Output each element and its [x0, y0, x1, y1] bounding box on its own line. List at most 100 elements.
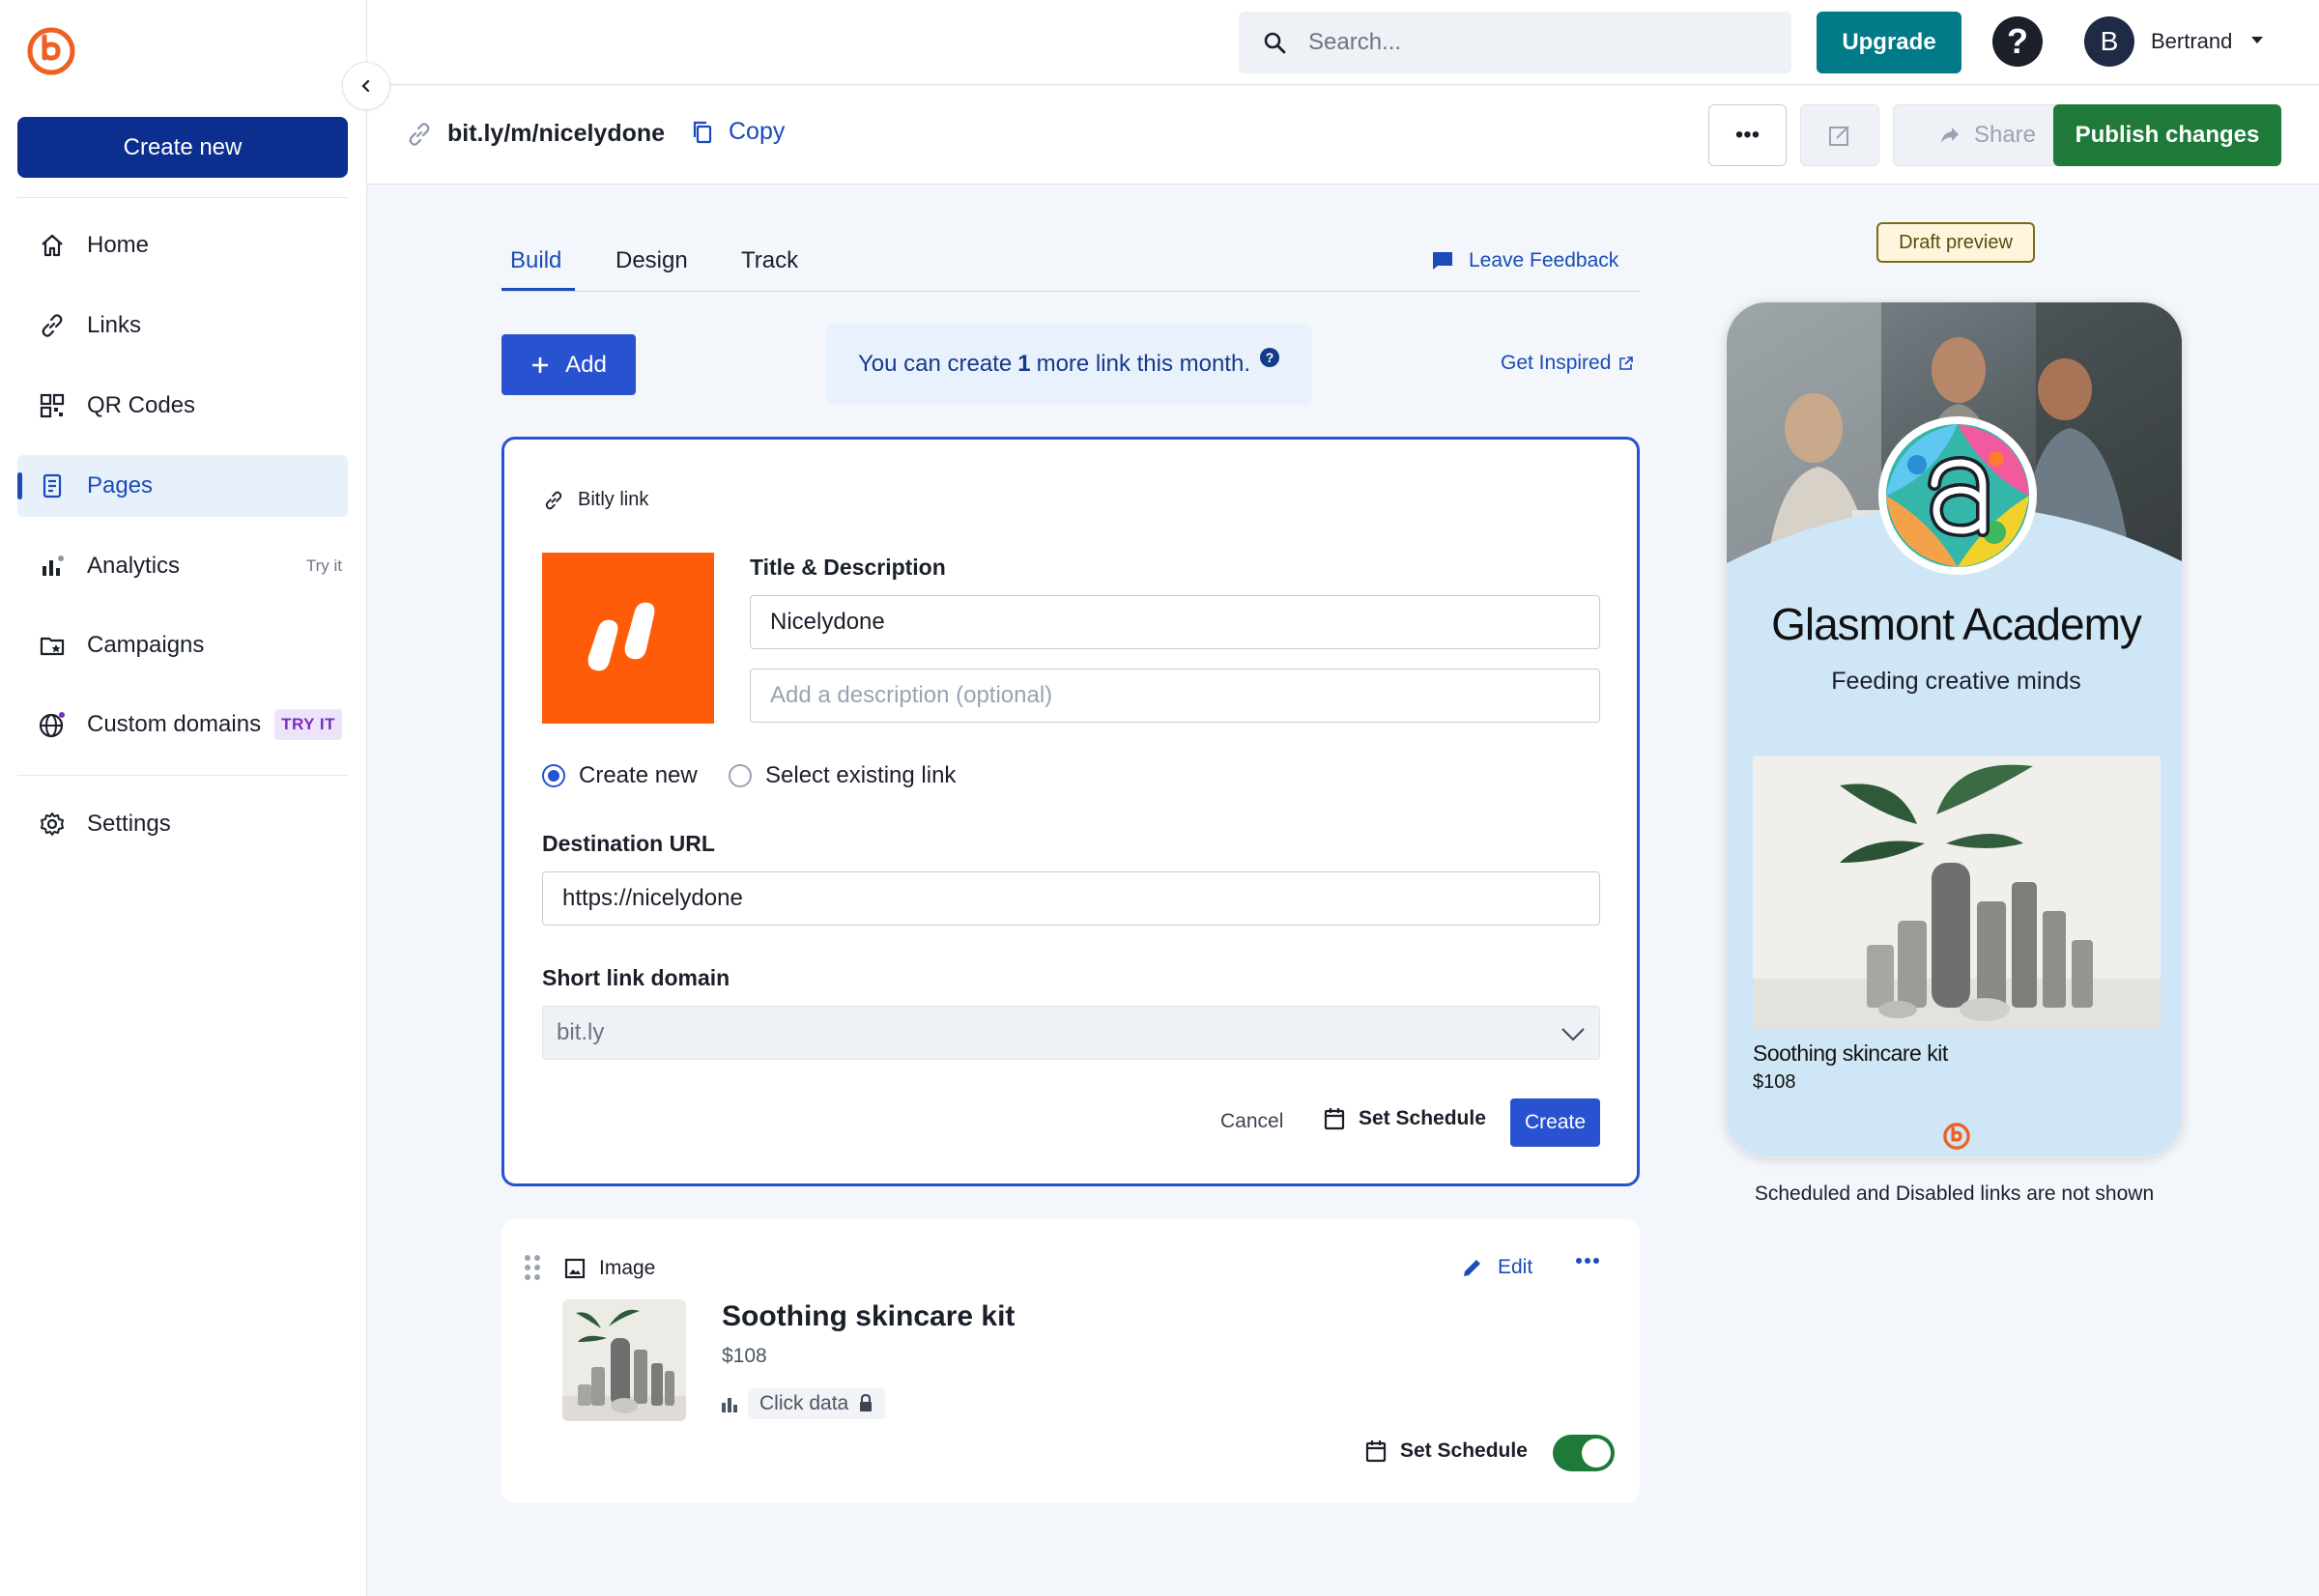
pencil-icon — [1464, 1260, 1480, 1276]
edit-button[interactable]: Edit — [1461, 1256, 1532, 1279]
open-page-button[interactable] — [1800, 104, 1879, 166]
tab-track[interactable]: Track — [741, 247, 798, 274]
copy-button[interactable]: Copy — [692, 118, 785, 146]
short-link-domain-label: Short link domain — [542, 965, 730, 990]
tabs-divider — [501, 291, 1640, 292]
description-input[interactable] — [750, 669, 1600, 723]
sidebar-item-label: Home — [87, 232, 150, 258]
radio-button-selected[interactable] — [542, 764, 565, 787]
try-it-label: Try it — [305, 556, 342, 575]
radio-button[interactable] — [729, 764, 752, 787]
preview-note: Scheduled and Disabled links are not sho… — [1754, 1183, 2155, 1205]
add-button[interactable]: Add — [501, 334, 636, 395]
qr-code-icon — [37, 390, 68, 421]
lock-icon — [860, 1394, 873, 1411]
active-tab-indicator — [501, 288, 575, 291]
get-inspired-link[interactable]: Get Inspired — [1501, 352, 1634, 375]
copy-label: Copy — [729, 118, 786, 145]
block-type-header: Image — [564, 1257, 655, 1280]
domain-select[interactable]: bit.ly — [542, 1006, 1600, 1060]
visibility-toggle[interactable] — [1553, 1435, 1615, 1471]
nicelydone-logo-icon — [587, 602, 655, 670]
user-name[interactable]: Bertrand — [2151, 29, 2232, 54]
calendar-icon — [1365, 1440, 1387, 1463]
edit-label: Edit — [1498, 1256, 1533, 1278]
publish-changes-button[interactable]: Publish changes — [2053, 104, 2281, 166]
destination-url-input[interactable] — [542, 871, 1600, 926]
search-icon — [1264, 32, 1286, 54]
mobile-preview: Glasmont Academy Feeding creative minds … — [1725, 300, 2184, 1158]
more-options-button[interactable] — [1575, 1256, 1600, 1266]
sidebar-item-qr-codes[interactable]: QR Codes — [17, 375, 348, 437]
org-name: Glasmont Academy — [1771, 599, 2142, 649]
help-icon[interactable]: ? — [1992, 16, 2043, 67]
domain-value: bit.ly — [557, 1019, 605, 1045]
analytics-icon — [37, 551, 68, 582]
external-link-icon — [1619, 356, 1634, 370]
destination-url-label: Destination URL — [542, 831, 715, 856]
title-input[interactable] — [750, 595, 1600, 649]
create-button[interactable]: Create — [1510, 1098, 1600, 1147]
block-price: $108 — [722, 1345, 767, 1367]
bitly-logo[interactable] — [23, 21, 79, 77]
pages-icon — [37, 470, 68, 501]
upgrade-button[interactable]: Upgrade — [1817, 12, 1961, 73]
sidebar-item-links[interactable]: Links — [17, 295, 348, 356]
sidebar-item-campaigns[interactable]: Campaigns — [17, 614, 348, 676]
set-schedule-button[interactable]: Set Schedule — [1365, 1439, 1528, 1463]
sidebar-item-home[interactable]: Home — [17, 214, 348, 276]
sidebar-item-pages[interactable]: Pages — [17, 455, 348, 517]
create-new-button[interactable]: Create new — [17, 117, 348, 178]
link-thumbnail[interactable] — [542, 553, 714, 724]
help-icon[interactable]: ? — [1260, 348, 1279, 367]
bar-chart-icon — [722, 1398, 737, 1412]
globe-icon — [37, 709, 68, 740]
sidebar-item-analytics[interactable]: Analytics Try it — [17, 535, 348, 597]
set-schedule-label: Set Schedule — [1400, 1439, 1528, 1462]
image-icon — [564, 1258, 586, 1279]
product-name: Soothing skincare kit — [1753, 1040, 1948, 1066]
leave-feedback-link[interactable]: Leave Feedback — [1432, 249, 1618, 272]
plus-icon — [532, 356, 549, 373]
external-edit-icon — [1829, 126, 1849, 146]
search-bar[interactable] — [1239, 12, 1791, 73]
try-it-badge: TRY IT — [274, 709, 342, 740]
page-url: bit.ly/m/nicelydone — [447, 120, 666, 147]
collapse-sidebar-button[interactable] — [342, 62, 390, 110]
sidebar-item-settings[interactable]: Settings — [17, 793, 348, 855]
set-schedule-button[interactable]: Set Schedule — [1324, 1107, 1486, 1130]
radio-label: Create new — [579, 762, 698, 788]
ellipsis-icon — [1576, 1258, 1599, 1264]
sidebar-item-label: Custom domains — [87, 711, 262, 737]
calendar-icon — [1324, 1108, 1345, 1130]
sidebar-item-label: Analytics — [87, 553, 181, 579]
link-icon — [406, 121, 433, 148]
radio-label: Select existing link — [765, 762, 957, 788]
block-title: Soothing skincare kit — [722, 1300, 1016, 1332]
click-data-pill[interactable]: Click data — [748, 1388, 886, 1419]
more-options-button[interactable]: ••• — [1708, 104, 1787, 166]
tab-design[interactable]: Design — [616, 247, 688, 274]
chevron-down-icon — [1561, 1028, 1585, 1041]
caret-down-icon[interactable] — [2251, 37, 2263, 43]
set-schedule-label: Set Schedule — [1359, 1107, 1486, 1129]
radio-select-existing[interactable]: Select existing link — [729, 762, 956, 789]
product-thumbnail[interactable] — [562, 1299, 686, 1421]
tab-build[interactable]: Build — [510, 247, 561, 274]
avatar[interactable]: B — [2084, 16, 2134, 67]
sidebar-item-custom-domains[interactable]: Custom domains TRY IT — [17, 694, 348, 755]
home-icon — [37, 230, 68, 261]
bitly-link-editor-card — [501, 437, 1640, 1186]
search-input[interactable] — [1308, 29, 1772, 56]
click-data-section[interactable]: Click data — [721, 1387, 886, 1420]
product-image[interactable] — [1753, 756, 2161, 1029]
card-type-header: Bitly link — [543, 489, 648, 511]
sidebar-item-label: Links — [87, 312, 142, 338]
sidebar-item-label: Settings — [87, 811, 171, 837]
chevron-left-icon — [361, 79, 370, 93]
cancel-button[interactable]: Cancel — [1220, 1110, 1283, 1133]
limit-count: 1 — [1017, 351, 1031, 377]
drag-handle-icon[interactable] — [524, 1254, 541, 1281]
radio-create-new[interactable]: Create new — [542, 762, 698, 789]
draft-preview-badge: Draft preview — [1876, 222, 2035, 263]
